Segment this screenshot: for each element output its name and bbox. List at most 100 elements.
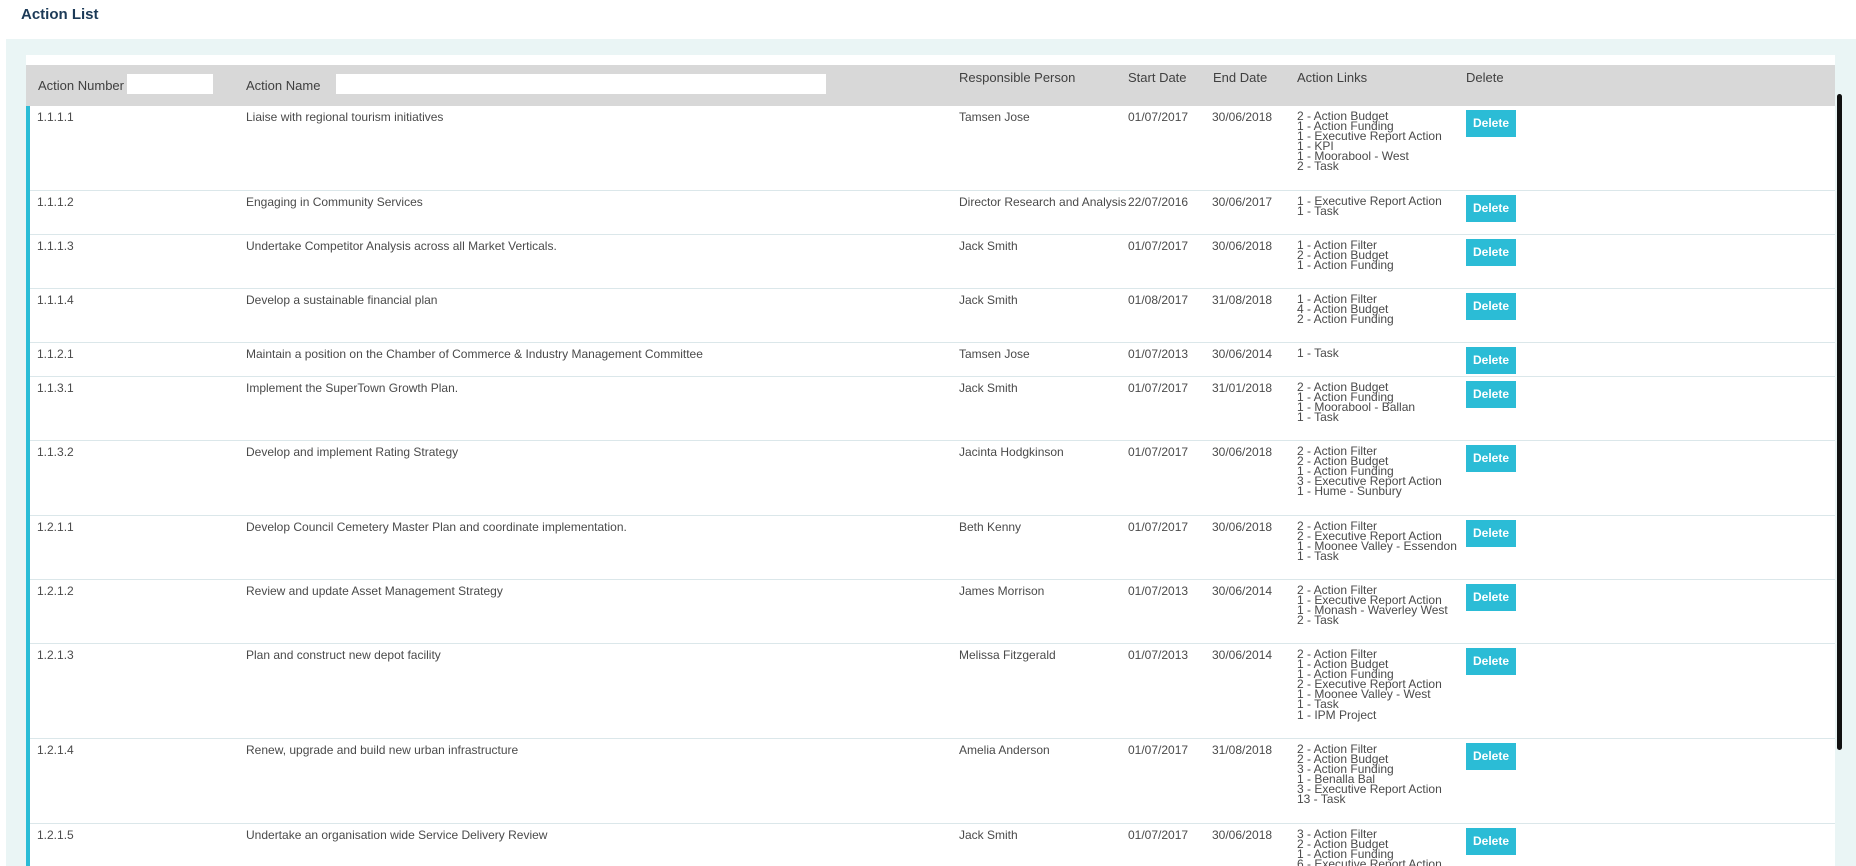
table-row[interactable]: 1.1.3.2 Develop and implement Rating Stra…	[30, 441, 1835, 516]
cell-end: 30/06/2014	[1212, 347, 1273, 361]
cell-name[interactable]: Develop and implement Rating Strategy	[246, 446, 458, 458]
header-responsible-person[interactable]: Responsible Person	[959, 70, 1075, 86]
cell-number: 1.1.3.2	[37, 445, 74, 459]
cell-person: Jack Smith	[959, 828, 1018, 842]
cell-end: 30/06/2017	[1212, 195, 1273, 209]
cell-start: 01/07/2017	[1128, 445, 1189, 459]
cell-number: 1.1.2.1	[37, 347, 74, 361]
cell-name[interactable]: Develop a sustainable financial plan	[246, 294, 437, 306]
header-delete: Delete	[1466, 70, 1504, 85]
cell-person: Director Research and Analysis	[959, 195, 1127, 209]
action-number-filter-input[interactable]	[127, 74, 213, 94]
table-header: Action Number Action Name Responsible Pe…	[26, 65, 1835, 106]
content-panel: Action Number Action Name Responsible Pe…	[6, 39, 1856, 866]
cell-start: 01/07/2013	[1128, 347, 1189, 361]
action-link-item[interactable]: 2 - Action Funding	[1297, 313, 1394, 325]
cell-name[interactable]: Undertake an organisation wide Service D…	[246, 829, 547, 841]
cell-name[interactable]: Implement the SuperTown Growth Plan.	[246, 382, 458, 394]
cell-person: Tamsen Jose	[959, 110, 1030, 124]
cell-person: Jack Smith	[959, 239, 1018, 253]
action-links-list: 2 - Action Filter 2 - Executive Report Ac…	[1297, 520, 1457, 562]
cell-start: 01/07/2013	[1128, 584, 1189, 598]
action-link-item[interactable]: 1 - IPM Project	[1297, 709, 1442, 721]
delete-button[interactable]: Delete	[1466, 293, 1516, 320]
table-row[interactable]: 1.2.1.1 Develop Council Cemetery Master P…	[30, 516, 1835, 580]
page-title: Action List	[21, 6, 99, 23]
cell-end: 30/06/2018	[1212, 520, 1273, 534]
header-end-date[interactable]: End Date	[1213, 70, 1267, 86]
cell-end: 31/01/2018	[1212, 381, 1273, 395]
cell-end: 31/08/2018	[1212, 293, 1273, 307]
cell-start: 01/07/2017	[1128, 743, 1189, 757]
cell-end: 30/06/2014	[1212, 584, 1273, 598]
cell-person: James Morrison	[959, 584, 1045, 598]
action-link-item[interactable]: 1 - Task	[1297, 347, 1339, 359]
table-row[interactable]: 1.1.1.1 Liaise with regional tourism init…	[30, 106, 1835, 191]
cell-name[interactable]: Maintain a position on the Chamber of Co…	[246, 348, 703, 360]
cell-person: Jacinta Hodgkinson	[959, 445, 1064, 459]
delete-button[interactable]: Delete	[1466, 239, 1516, 266]
table-row[interactable]: 1.1.1.2 Engaging in Community Services Dir…	[30, 191, 1835, 235]
table-row[interactable]: 1.1.3.1 Implement the SuperTown Growth Pl…	[30, 377, 1835, 441]
delete-button[interactable]: Delete	[1466, 743, 1516, 770]
cell-start: 01/07/2017	[1128, 110, 1189, 124]
cell-person: Melissa Fitzgerald	[959, 648, 1056, 662]
scrollbar-thumb[interactable]	[1837, 94, 1842, 750]
cell-number: 1.1.1.1	[37, 110, 74, 124]
cell-number: 1.2.1.4	[37, 743, 74, 757]
cell-number: 1.2.1.1	[37, 520, 74, 534]
table-row[interactable]: 1.2.1.3 Plan and construct new depot faci…	[30, 644, 1835, 739]
delete-button[interactable]: Delete	[1466, 110, 1516, 137]
cell-start: 01/08/2017	[1128, 293, 1189, 307]
cell-number: 1.2.1.5	[37, 828, 74, 842]
action-table: Action Number Action Name Responsible Pe…	[26, 55, 1835, 866]
delete-button[interactable]: Delete	[1466, 520, 1516, 547]
table-row[interactable]: 1.2.1.5 Undertake an organisation wide Se…	[30, 824, 1835, 866]
action-links-list: 1 - Action Filter 2 - Action Budget 1 - Ac…	[1297, 239, 1394, 271]
delete-button[interactable]: Delete	[1466, 584, 1516, 611]
action-links-list: 2 - Action Budget 1 - Action Funding 1 - E…	[1297, 110, 1442, 173]
table-row[interactable]: 1.1.1.4 Develop a sustainable financial p…	[30, 289, 1835, 343]
cell-person: Jack Smith	[959, 381, 1018, 395]
cell-person: Tamsen Jose	[959, 347, 1030, 361]
cell-start: 01/07/2017	[1128, 828, 1189, 842]
action-links-list: 2 - Action Budget 1 - Action Funding 1 - M…	[1297, 381, 1415, 423]
delete-button[interactable]: Delete	[1466, 828, 1516, 855]
delete-button[interactable]: Delete	[1466, 381, 1516, 408]
cell-name[interactable]: Plan and construct new depot facility	[246, 649, 441, 661]
header-start-date[interactable]: Start Date	[1128, 70, 1187, 86]
cell-start: 01/07/2017	[1128, 239, 1189, 253]
delete-button[interactable]: Delete	[1466, 445, 1516, 472]
delete-button[interactable]: Delete	[1466, 648, 1516, 675]
action-link-item[interactable]: 1 - Action Funding	[1297, 259, 1394, 271]
action-links-list: 2 - Action Filter 1 - Action Budget 1 - Ac…	[1297, 648, 1442, 721]
table-row[interactable]: 1.1.2.1 Maintain a position on the Chambe…	[30, 343, 1835, 377]
cell-name[interactable]: Engaging in Community Services	[246, 196, 423, 208]
cell-number: 1.1.1.3	[37, 239, 74, 253]
cell-start: 01/07/2017	[1128, 381, 1189, 395]
cell-person: Beth Kenny	[959, 520, 1022, 534]
cell-start: 01/07/2013	[1128, 648, 1189, 662]
cell-person: Jack Smith	[959, 293, 1018, 307]
action-links-list: 3 - Action Filter 2 - Action Budget 1 - Ac…	[1297, 828, 1464, 866]
cell-name[interactable]: Develop Council Cemetery Master Plan and…	[246, 521, 627, 533]
cell-person: Amelia Anderson	[959, 743, 1050, 757]
delete-button[interactable]: Delete	[1466, 347, 1516, 374]
table-row[interactable]: 1.2.1.4 Renew, upgrade and build new urba…	[30, 739, 1835, 824]
cell-end: 31/08/2018	[1212, 743, 1273, 757]
cell-number: 1.1.1.2	[37, 195, 74, 209]
table-row[interactable]: 1.1.1.3 Undertake Competitor Analysis acr…	[30, 235, 1835, 289]
header-action-name: Action Name	[246, 78, 321, 93]
table-row[interactable]: 1.2.1.2 Review and update Asset Managemen…	[30, 580, 1835, 644]
cell-number: 1.2.1.2	[37, 584, 74, 598]
cell-name[interactable]: Review and update Asset Management Strat…	[246, 585, 503, 597]
cell-end: 30/06/2018	[1212, 445, 1273, 459]
delete-button[interactable]: Delete	[1466, 195, 1516, 222]
cell-name[interactable]: Liaise with regional tourism initiatives	[246, 111, 443, 123]
action-link-item[interactable]: 6 - Executive Report Action	[1297, 858, 1464, 866]
cell-number: 1.1.1.4	[37, 293, 74, 307]
action-name-filter-input[interactable]	[336, 74, 826, 94]
cell-name[interactable]: Undertake Competitor Analysis across all…	[246, 240, 557, 252]
cell-name[interactable]: Renew, upgrade and build new urban infra…	[246, 744, 518, 756]
cell-end: 30/06/2018	[1212, 239, 1273, 253]
